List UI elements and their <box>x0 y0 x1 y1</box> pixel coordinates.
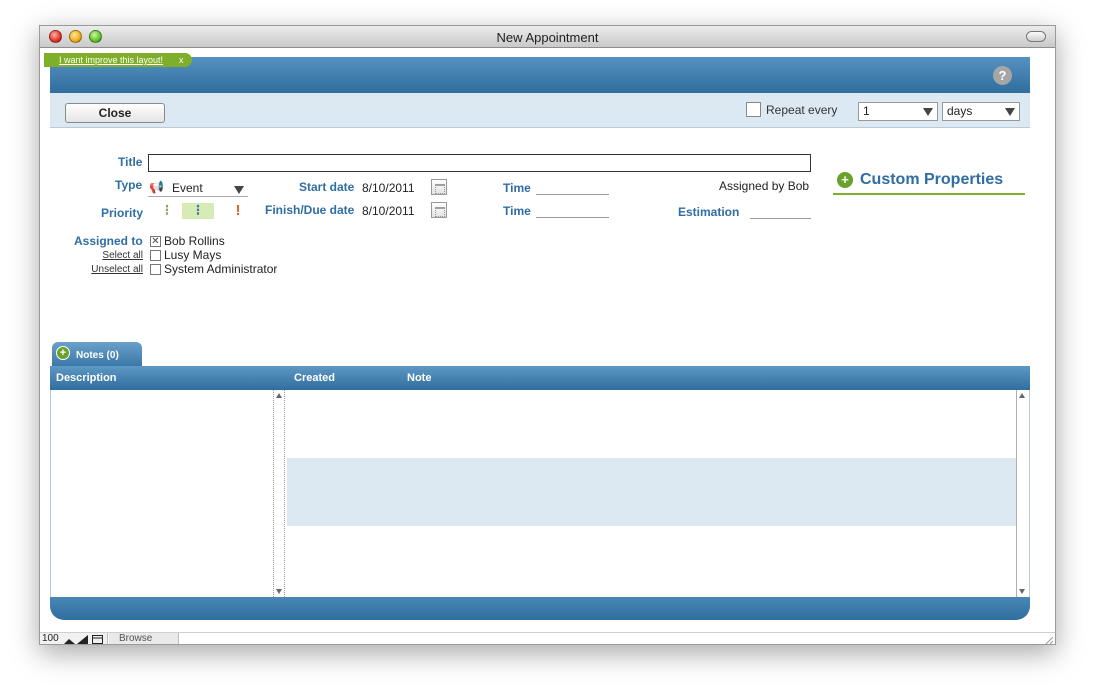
close-button[interactable]: Close <box>65 103 165 123</box>
toolbar-toggle-button[interactable] <box>1026 31 1046 42</box>
add-note-icon[interactable]: + <box>56 346 70 360</box>
scroll-down-icon[interactable] <box>1019 589 1025 594</box>
title-input[interactable] <box>148 154 811 172</box>
column-note[interactable]: Note <box>407 372 431 384</box>
add-custom-property-icon[interactable]: + <box>837 172 853 188</box>
repeat-count-value: 1 <box>863 104 870 118</box>
custom-properties-title[interactable]: Custom Properties <box>860 171 1003 189</box>
feedback-close-button[interactable]: x <box>179 55 184 65</box>
column-created[interactable]: Created <box>294 372 335 384</box>
window-title: New Appointment <box>496 30 599 45</box>
window-content: I want improve this layout! x ? Close Re… <box>40 49 1055 632</box>
mode-label: Browse <box>119 633 153 644</box>
assignee-name: Bob Rollins <box>164 234 225 248</box>
chevron-down-icon <box>923 108 933 116</box>
zoom-in-icon[interactable] <box>77 635 88 644</box>
chevron-down-icon <box>234 186 244 194</box>
improve-layout-link[interactable]: I want improve this layout! <box>59 55 163 65</box>
description-scrollbar[interactable] <box>273 390 285 597</box>
repeat-unit-value: days <box>947 104 973 118</box>
priority-medium-icon[interactable]: ⁝ <box>182 203 214 219</box>
chevron-down-icon <box>1005 108 1015 116</box>
calendar-icon[interactable] <box>431 179 447 195</box>
notes-tab-label: Notes (0) <box>76 350 119 361</box>
scroll-down-icon[interactable] <box>276 589 282 594</box>
notes-scrollbar[interactable] <box>1016 390 1028 597</box>
status-bar: 100 Browse <box>40 632 1055 645</box>
help-icon[interactable]: ? <box>993 66 1012 85</box>
assignee-checkbox-admin[interactable] <box>150 264 161 275</box>
finish-date-label: Finish/Due date <box>265 203 355 217</box>
start-time-input[interactable] <box>536 181 609 195</box>
priority-label: Priority <box>101 206 144 220</box>
finish-date-value[interactable]: 8/10/2011 <box>362 204 415 218</box>
zoom-level: 100 <box>42 633 59 644</box>
custom-properties-underline <box>833 193 1025 195</box>
type-value: Event <box>172 181 203 195</box>
footer-band <box>50 597 1030 620</box>
assigned-to-label: Assigned to <box>74 234 143 248</box>
repeat-count-select[interactable]: 1 <box>858 102 938 121</box>
assignee-checkbox-bob[interactable]: ✕ <box>150 236 161 247</box>
zoom-control[interactable]: 100 <box>40 633 108 644</box>
priority-low-icon[interactable]: ⁝ <box>151 203 183 219</box>
assignee-name: System Administrator <box>164 262 278 276</box>
estimation-label: Estimation <box>678 205 740 219</box>
layout-toggle-icon[interactable] <box>92 635 103 644</box>
finish-time-label: Time <box>503 204 531 218</box>
appointment-window: New Appointment I want improve this layo… <box>39 25 1056 645</box>
resize-grip-icon[interactable] <box>1043 635 1053 645</box>
feedback-tag: I want improve this layout! x <box>44 53 192 67</box>
tab-notes[interactable]: + Notes (0) <box>52 342 142 366</box>
title-bar: New Appointment <box>40 26 1055 48</box>
start-date-label: Start date <box>299 180 355 194</box>
scroll-up-icon[interactable] <box>1019 393 1025 398</box>
estimation-input[interactable] <box>750 205 811 219</box>
zoom-out-icon[interactable] <box>64 635 75 644</box>
assignee-name: Lusy Mays <box>164 248 222 262</box>
column-description[interactable]: Description <box>56 372 117 384</box>
appointment-panel: ? Close Repeat every 1 days Title Type 📢… <box>50 57 1030 620</box>
finish-time-input[interactable] <box>536 204 609 218</box>
scroll-up-icon[interactable] <box>276 393 282 398</box>
start-time-label: Time <box>503 181 531 195</box>
repeat-checkbox[interactable] <box>746 102 761 117</box>
mode-indicator[interactable]: Browse <box>109 633 179 644</box>
type-label: Type <box>115 178 143 192</box>
assignee-checkbox-lusy[interactable] <box>150 250 161 261</box>
start-date-value[interactable]: 8/10/2011 <box>362 181 415 195</box>
title-label: Title <box>118 155 143 169</box>
type-select[interactable]: 📢 Event <box>148 179 248 197</box>
repeat-unit-select[interactable]: days <box>942 102 1020 121</box>
repeat-label: Repeat every <box>766 103 838 117</box>
assigned-by-text: Assigned by Bob <box>719 179 810 193</box>
priority-high-icon[interactable]: ! <box>222 203 254 219</box>
select-all-link[interactable]: Select all <box>90 250 143 261</box>
toolbar: Close Repeat every 1 days <box>50 93 1030 128</box>
megaphone-icon: 📢 <box>149 180 164 194</box>
header-band: ? <box>50 57 1030 93</box>
unselect-all-link[interactable]: Unselect all <box>80 264 143 275</box>
notes-grid-body <box>50 390 1030 597</box>
notes-grid-header: Description Created Note <box>50 366 1030 390</box>
calendar-icon[interactable] <box>431 202 447 218</box>
notes-row-stripe <box>287 458 1017 526</box>
